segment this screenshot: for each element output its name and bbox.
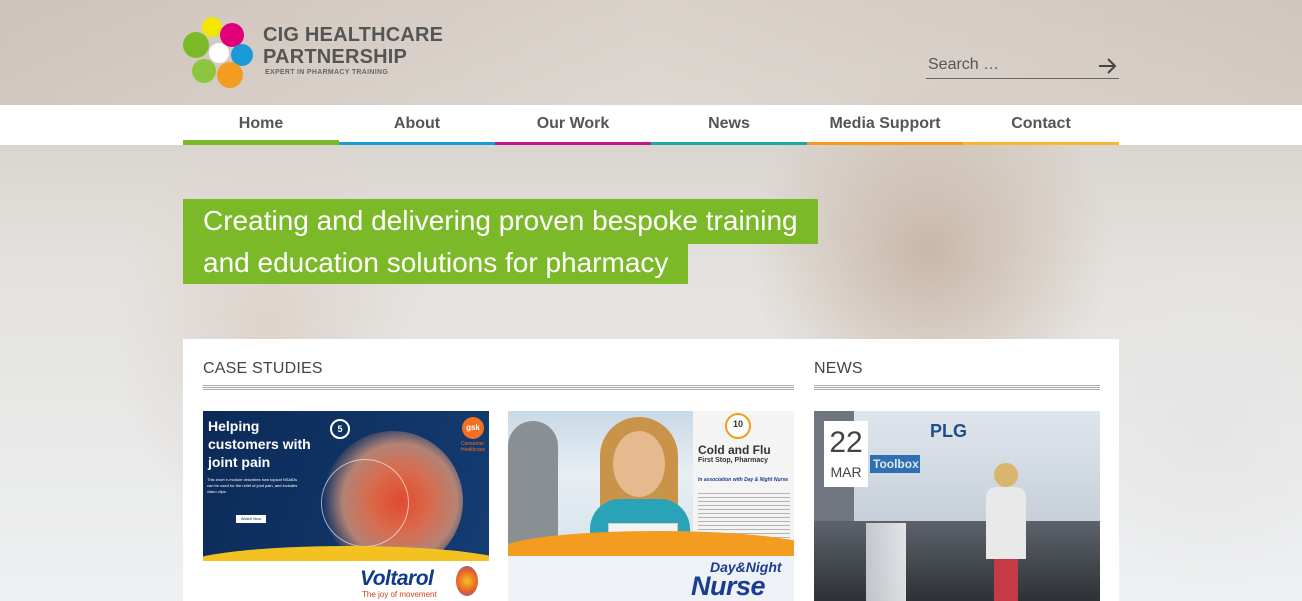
case-study-card-day-night-nurse[interactable]: 10 Cold and Flu First Stop, Pharmacy In … (508, 411, 794, 601)
news-card[interactable]: Toolbox PLG 22 MAR (814, 411, 1100, 601)
main-nav: Home About Our Work News Media Support C… (0, 105, 1302, 145)
speaker-legs (994, 559, 1018, 601)
time-badge: 10 (725, 413, 751, 439)
nav-underline (807, 142, 963, 145)
gsk-logo-sub: Consumer Healthcare (461, 441, 486, 453)
nav-label: Media Support (829, 115, 941, 132)
pharmacist-face (613, 431, 665, 497)
nav-item-contact[interactable]: Contact (963, 105, 1119, 145)
case-study-card-voltarol[interactable]: Helping customers with joint pain 5 gsk … (203, 411, 489, 601)
voltarol-tagline: The joy of movement (362, 590, 437, 599)
case-studies-heading: CASE STUDIES (203, 360, 323, 377)
nav-label: Contact (1011, 115, 1071, 132)
news-date-badge: 22 MAR (824, 421, 868, 487)
nav-underline (339, 142, 495, 145)
logo-mark-icon (183, 17, 253, 88)
nav-underline (651, 142, 807, 145)
nav-label: About (393, 115, 441, 132)
speaker-head (994, 463, 1018, 487)
gsk-logo: gsk (462, 417, 484, 439)
arrow-right-icon[interactable] (1097, 55, 1119, 77)
search-input[interactable] (926, 52, 1091, 78)
logo-title-line2: PARTNERSHIP (263, 46, 408, 68)
stage-floor (814, 521, 1100, 601)
news-date-day: 22 (829, 426, 863, 459)
screen-label-toolbox: Toolbox (870, 455, 920, 473)
nav-item-news[interactable]: News (651, 105, 807, 145)
news-divider (814, 385, 1100, 390)
nav-item-our-work[interactable]: Our Work (495, 105, 651, 145)
movement-figure-icon (456, 566, 478, 596)
logo-tagline: EXPERT IN PHARMACY TRAINING (265, 69, 389, 76)
search-form (926, 52, 1119, 79)
leaflet-subtitle: First Stop, Pharmacy (698, 457, 769, 464)
logo-title: CIG HEALTHCARE PARTNERSHIP (263, 24, 443, 68)
news-heading: NEWS (814, 360, 863, 377)
content-panel: CASE STUDIES NEWS Helping customers with… (183, 339, 1119, 601)
nav-label: News (708, 115, 750, 132)
nav-underline (183, 140, 339, 145)
nav-label: Our Work (536, 115, 610, 132)
site-header: CIG HEALTHCARE PARTNERSHIP EXPERT IN PHA… (0, 0, 1302, 105)
screen-label-plg: PLG (930, 421, 968, 441)
speaker-body (986, 487, 1026, 559)
nav-label: Home (238, 115, 284, 132)
card-blurb: This short e-module describes how topica… (207, 477, 298, 494)
site-logo[interactable]: CIG HEALTHCARE PARTNERSHIP EXPERT IN PHA… (182, 15, 452, 90)
hero-headline-line2: and education solutions for pharmacy (183, 244, 689, 284)
nurse-logo: Nurse (691, 571, 766, 601)
card-footer (203, 561, 489, 601)
time-badge: 5 (330, 419, 350, 439)
nav-item-media-support[interactable]: Media Support (807, 105, 963, 145)
nav-underline (963, 142, 1119, 145)
card-headline: Helping customers with joint pain (208, 418, 311, 470)
hero-headline-line1: Creating and delivering proven bespoke t… (183, 199, 818, 244)
leaflet-title: Cold and Flu (698, 443, 771, 457)
logo-title-line1: CIG HEALTHCARE (263, 24, 444, 46)
highlight-ring (321, 459, 409, 547)
nav-item-about[interactable]: About (339, 105, 495, 145)
news-date-month: MAR (830, 464, 862, 480)
leaflet-association: In association with Day & Night Nurse (698, 477, 789, 483)
watch-now-button[interactable]: Watch Now (236, 515, 266, 523)
nav-item-home[interactable]: Home (183, 105, 339, 145)
nav-underline (495, 142, 651, 145)
case-studies-divider (203, 385, 794, 390)
voltarol-logo: Voltarol (360, 567, 434, 590)
lectern (866, 523, 906, 601)
